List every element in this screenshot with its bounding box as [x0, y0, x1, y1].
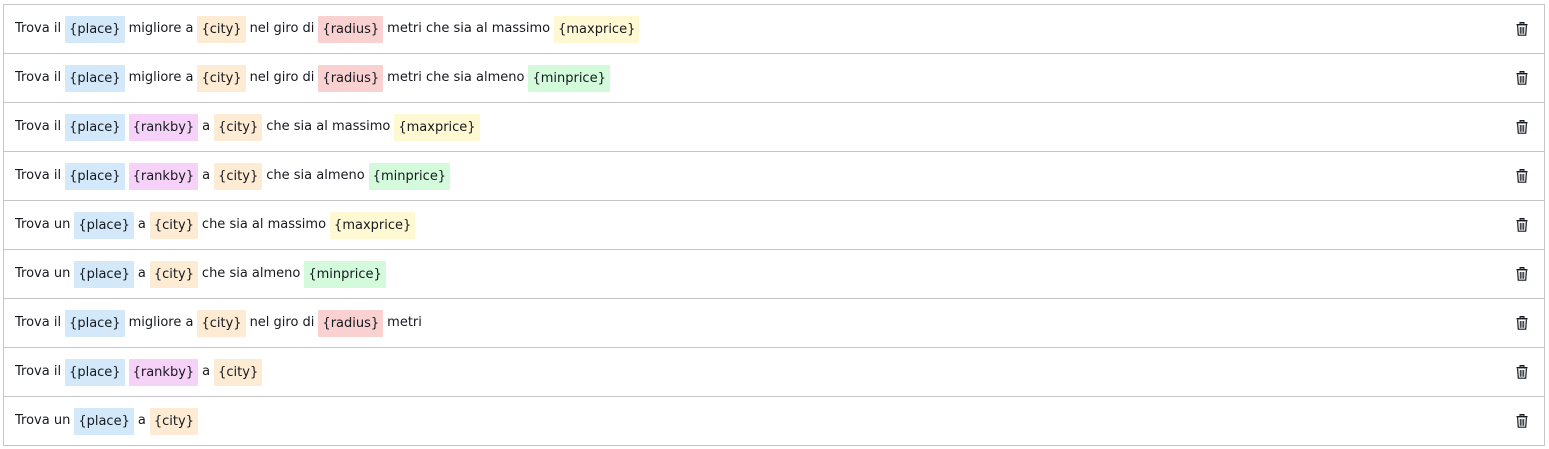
slot-city[interactable]: {city}: [149, 407, 198, 435]
slot-city[interactable]: {city}: [214, 162, 263, 190]
utterance-list: Trova il {place} migliore a {city} nel giro …: [3, 4, 1545, 446]
slot-maxprice[interactable]: {maxprice}: [330, 211, 416, 239]
utterance-word: Trova un: [15, 217, 71, 232]
utterance-word: Trova il: [15, 168, 62, 183]
trash-icon: [1516, 218, 1528, 232]
slot-radius[interactable]: {radius}: [318, 309, 384, 337]
utterance-row: Trova un {place} a {city}: [3, 397, 1545, 446]
delete-button[interactable]: [1511, 311, 1533, 335]
slot-minprice[interactable]: {minprice}: [368, 162, 451, 190]
slot-place[interactable]: {place}: [65, 309, 125, 337]
utterance-word: Trova un: [15, 413, 71, 428]
slot-place[interactable]: {place}: [74, 407, 134, 435]
slot-rankby[interactable]: {rankby}: [128, 162, 199, 190]
utterance-text[interactable]: Trova il {place} {rankby} a {city}: [15, 358, 1511, 386]
slot-maxprice[interactable]: {maxprice}: [554, 15, 640, 43]
trash-icon: [1516, 22, 1528, 36]
utterance-word: che sia al massimo: [266, 119, 391, 134]
utterance-word: a: [202, 364, 211, 379]
trash-icon: [1516, 365, 1528, 379]
slot-city[interactable]: {city}: [149, 260, 198, 288]
utterance-word: nel giro di: [249, 21, 315, 36]
slot-city[interactable]: {city}: [149, 211, 198, 239]
delete-button[interactable]: [1511, 262, 1533, 286]
trash-icon: [1516, 267, 1528, 281]
delete-button[interactable]: [1511, 213, 1533, 237]
delete-button[interactable]: [1511, 164, 1533, 188]
utterance-word: a: [202, 168, 211, 183]
utterance-word: Trova un: [15, 266, 71, 281]
utterance-word: a: [137, 413, 146, 428]
utterance-word: migliore a: [128, 70, 194, 85]
utterance-word: Trova il: [15, 364, 62, 379]
utterance-word: metri: [387, 315, 422, 330]
utterance-word: a: [202, 119, 211, 134]
utterance-row: Trova il {place} {rankby} a {city}: [3, 348, 1545, 397]
utterance-word: a: [137, 217, 146, 232]
delete-button[interactable]: [1511, 360, 1533, 384]
slot-radius[interactable]: {radius}: [318, 15, 384, 43]
utterance-word: migliore a: [128, 21, 194, 36]
utterance-word: a: [137, 266, 146, 281]
utterance-word: migliore a: [128, 315, 194, 330]
utterance-word: Trova il: [15, 119, 62, 134]
utterance-row: Trova il {place} migliore a {city} nel giro …: [3, 5, 1545, 54]
utterance-row: Trova il {place} {rankby} a {city} che sia al…: [3, 103, 1545, 152]
utterance-word: che sia al massimo: [201, 217, 327, 232]
utterance-row: Trova il {place} migliore a {city} nel giro …: [3, 299, 1545, 348]
utterance-word: nel giro di: [249, 315, 315, 330]
utterance-row: Trova il {place} migliore a {city} nel giro …: [3, 54, 1545, 103]
slot-place[interactable]: {place}: [74, 211, 134, 239]
utterance-word: metri che sia al massimo: [387, 21, 551, 36]
delete-button[interactable]: [1511, 409, 1533, 433]
utterance-text[interactable]: Trova il {place} migliore a {city} nel giro …: [15, 15, 1511, 43]
slot-rankby[interactable]: {rankby}: [128, 113, 199, 141]
utterance-text[interactable]: Trova un {place} a {city} che sia almeno {min…: [15, 260, 1511, 288]
slot-city[interactable]: {city}: [197, 309, 246, 337]
utterance-row: Trova un {place} a {city} che sia almeno {min…: [3, 250, 1545, 299]
utterance-word: che sia almeno: [266, 168, 365, 183]
trash-icon: [1516, 316, 1528, 330]
utterance-text[interactable]: Trova il {place} {rankby} a {city} che sia al…: [15, 162, 1511, 190]
utterance-word: Trova il: [15, 315, 62, 330]
utterance-text[interactable]: Trova il {place} migliore a {city} nel giro …: [15, 64, 1511, 92]
trash-icon: [1516, 120, 1528, 134]
slot-place[interactable]: {place}: [65, 358, 125, 386]
utterance-text[interactable]: Trova il {place} {rankby} a {city} che sia al…: [15, 113, 1511, 141]
slot-city[interactable]: {city}: [197, 15, 246, 43]
delete-button[interactable]: [1511, 115, 1533, 139]
slot-rankby[interactable]: {rankby}: [128, 358, 199, 386]
slot-place[interactable]: {place}: [65, 64, 125, 92]
slot-minprice[interactable]: {minprice}: [304, 260, 386, 288]
utterance-word: Trova il: [15, 70, 62, 85]
slot-place[interactable]: {place}: [65, 162, 125, 190]
utterance-word: metri che sia almeno: [387, 70, 525, 85]
utterance-text[interactable]: Trova un {place} a {city} che sia al massimo…: [15, 211, 1511, 239]
delete-button[interactable]: [1511, 66, 1533, 90]
slot-city[interactable]: {city}: [197, 64, 246, 92]
utterance-word: Trova il: [15, 21, 62, 36]
utterance-row: Trova il {place} {rankby} a {city} che sia al…: [3, 152, 1545, 201]
slot-minprice[interactable]: {minprice}: [528, 64, 610, 92]
slot-place[interactable]: {place}: [74, 260, 134, 288]
utterance-text[interactable]: Trova un {place} a {city}: [15, 407, 1511, 435]
utterance-word: nel giro di: [249, 70, 315, 85]
utterance-text[interactable]: Trova il {place} migliore a {city} nel giro …: [15, 309, 1511, 337]
slot-city[interactable]: {city}: [214, 113, 263, 141]
utterance-word: che sia almeno: [201, 266, 301, 281]
utterance-row: Trova un {place} a {city} che sia al massimo…: [3, 201, 1545, 250]
delete-button[interactable]: [1511, 17, 1533, 41]
slot-maxprice[interactable]: {maxprice}: [394, 113, 480, 141]
slot-place[interactable]: {place}: [65, 113, 125, 141]
slot-place[interactable]: {place}: [65, 15, 125, 43]
trash-icon: [1516, 169, 1528, 183]
trash-icon: [1516, 414, 1528, 428]
slot-radius[interactable]: {radius}: [318, 64, 384, 92]
trash-icon: [1516, 71, 1528, 85]
slot-city[interactable]: {city}: [214, 358, 263, 386]
